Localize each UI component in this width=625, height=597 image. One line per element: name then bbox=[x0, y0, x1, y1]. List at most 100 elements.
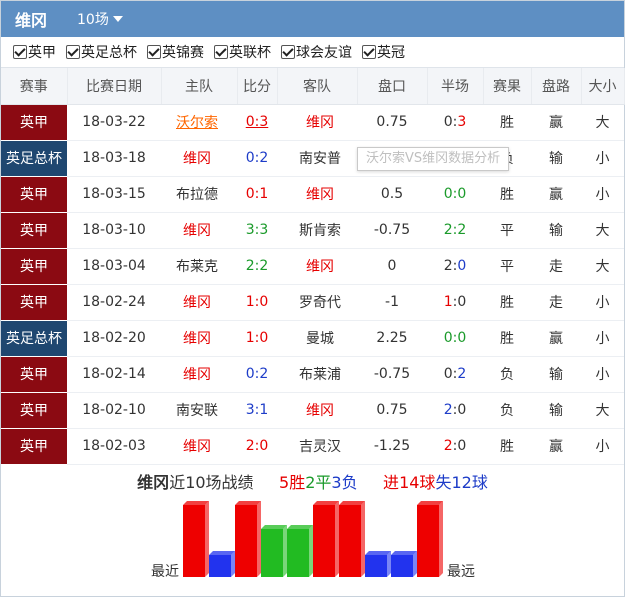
match-row[interactable]: 英足总杯 18-02-20 维冈 1:0 曼城 2.25 0:0 胜赢小 bbox=[1, 320, 624, 357]
filter-option[interactable]: 球会友谊 bbox=[281, 42, 352, 62]
away-team[interactable]: 曼城 bbox=[277, 320, 357, 357]
score-link[interactable]: 2:0 bbox=[246, 438, 269, 454]
league-badge[interactable]: 英甲 bbox=[1, 248, 67, 285]
checkbox-checked-icon[interactable] bbox=[147, 45, 161, 59]
away-team[interactable]: 维冈 bbox=[277, 104, 357, 141]
match-row[interactable]: 英甲 18-02-03 维冈 2:0 吉灵汉 -1.25 2:0 胜赢小 bbox=[1, 428, 624, 465]
league-badge[interactable]: 英甲 bbox=[1, 356, 67, 393]
away-team-name[interactable]: 罗奇代 bbox=[299, 295, 341, 311]
away-team[interactable]: 南安普 bbox=[277, 140, 357, 177]
home-team[interactable]: 维冈 bbox=[161, 320, 237, 357]
league-badge[interactable]: 英甲 bbox=[1, 392, 67, 429]
home-team[interactable]: 沃尔索 bbox=[161, 104, 237, 141]
summary-goals-in-word: 进 bbox=[383, 473, 400, 492]
match-row[interactable]: 英甲 18-03-10 维冈 3:3 斯肯索 -0.75 2:2 平输大 bbox=[1, 212, 624, 249]
away-team-name[interactable]: 维冈 bbox=[306, 403, 334, 419]
away-team[interactable]: 吉灵汉 bbox=[277, 428, 357, 465]
match-row[interactable]: 英足总杯18-03-18维冈0:2南安普0.50:0负输小 bbox=[1, 140, 624, 177]
home-team[interactable]: 布拉德 bbox=[161, 176, 237, 213]
away-team-name[interactable]: 维冈 bbox=[306, 187, 334, 203]
home-team-name[interactable]: 维冈 bbox=[183, 331, 211, 347]
score-link[interactable]: 0:2 bbox=[246, 366, 269, 382]
filter-option[interactable]: 英甲 bbox=[13, 42, 56, 62]
match-score[interactable]: 2:0 bbox=[237, 428, 277, 465]
home-team-name[interactable]: 维冈 bbox=[183, 223, 211, 239]
match-row[interactable]: 英甲 18-03-15 布拉德 0:1 维冈 0.5 0:0 胜赢小 bbox=[1, 176, 624, 213]
away-team-name[interactable]: 维冈 bbox=[306, 115, 334, 131]
halftime-score: 2:0 bbox=[443, 402, 467, 418]
home-team[interactable]: 维冈 bbox=[161, 140, 237, 177]
away-team-name[interactable]: 曼城 bbox=[306, 331, 334, 347]
home-team[interactable]: 南安联 bbox=[161, 392, 237, 429]
match-score[interactable]: 1:0 bbox=[237, 284, 277, 321]
away-team-name[interactable]: 斯肯索 bbox=[299, 223, 341, 239]
home-team-name[interactable]: 布拉德 bbox=[176, 187, 218, 203]
away-team-name[interactable]: 南安普 bbox=[299, 151, 341, 167]
handicap-line: -0.75 bbox=[357, 212, 427, 249]
score-link[interactable]: 1:0 bbox=[246, 330, 269, 346]
score-link[interactable]: 3:3 bbox=[246, 222, 269, 238]
match-score[interactable]: 0:2 bbox=[237, 140, 277, 177]
match-count-dropdown[interactable]: 10场 bbox=[77, 9, 123, 29]
match-score[interactable]: 0:1 bbox=[237, 176, 277, 213]
match-row[interactable]: 英甲 18-03-22 沃尔索 0:3 维冈 0.75 0:3 胜赢大 bbox=[1, 104, 624, 141]
away-team[interactable]: 斯肯索 bbox=[277, 212, 357, 249]
match-score[interactable]: 0:2 bbox=[237, 356, 277, 393]
checkbox-checked-icon[interactable] bbox=[66, 45, 80, 59]
home-team-name[interactable]: 南安联 bbox=[176, 403, 218, 419]
match-score[interactable]: 0:3 bbox=[237, 104, 277, 141]
score-link[interactable]: 1:0 bbox=[246, 294, 269, 310]
match-row[interactable]: 英甲 18-02-10 南安联 3:1 维冈 0.75 2:0 负输大 bbox=[1, 392, 624, 429]
home-team[interactable]: 维冈 bbox=[161, 356, 237, 393]
away-team-name[interactable]: 布莱浦 bbox=[299, 367, 341, 383]
league-badge[interactable]: 英甲 bbox=[1, 104, 67, 141]
home-team-name[interactable]: 维冈 bbox=[183, 439, 211, 455]
home-team[interactable]: 维冈 bbox=[161, 284, 237, 321]
league-badge[interactable]: 英甲 bbox=[1, 176, 67, 213]
home-team[interactable]: 布莱克 bbox=[161, 248, 237, 285]
league-badge[interactable]: 英足总杯 bbox=[1, 140, 67, 177]
halftime-cell: 1:0 bbox=[427, 284, 483, 321]
filter-option[interactable]: 英锦赛 bbox=[147, 42, 204, 62]
home-team-name[interactable]: 维冈 bbox=[183, 367, 211, 383]
match-row[interactable]: 英甲 18-03-04 布莱克 2:2 维冈 0 2:0 平走大 bbox=[1, 248, 624, 285]
match-score[interactable]: 3:3 bbox=[237, 212, 277, 249]
score-link[interactable]: 0:3 bbox=[246, 114, 269, 130]
score-link[interactable]: 0:1 bbox=[246, 186, 269, 202]
home-team-name[interactable]: 维冈 bbox=[183, 151, 211, 167]
filter-option[interactable]: 英联杯 bbox=[214, 42, 271, 62]
match-row[interactable]: 英甲 18-02-24 维冈 1:0 罗奇代 -1 1:0 胜走小 bbox=[1, 284, 624, 321]
away-team[interactable]: 维冈 bbox=[277, 248, 357, 285]
checkbox-checked-icon[interactable] bbox=[214, 45, 228, 59]
away-team-name[interactable]: 吉灵汉 bbox=[299, 439, 341, 455]
away-team[interactable]: 布莱浦 bbox=[277, 356, 357, 393]
filter-option[interactable]: 英足总杯 bbox=[66, 42, 137, 62]
away-team[interactable]: 维冈 bbox=[277, 176, 357, 213]
match-row[interactable]: 英甲 18-02-14 维冈 0:2 布莱浦 -0.75 0:2 负输小 bbox=[1, 356, 624, 393]
halftime-cell: 2:0 bbox=[427, 248, 483, 285]
filter-option[interactable]: 英冠 bbox=[362, 42, 405, 62]
checkbox-checked-icon[interactable] bbox=[362, 45, 376, 59]
checkbox-checked-icon[interactable] bbox=[13, 45, 27, 59]
home-team-name[interactable]: 布莱克 bbox=[176, 259, 218, 275]
home-team-name[interactable]: 维冈 bbox=[183, 295, 211, 311]
home-team[interactable]: 维冈 bbox=[161, 428, 237, 465]
score-link[interactable]: 0:2 bbox=[246, 150, 269, 166]
away-team-name[interactable]: 维冈 bbox=[306, 259, 334, 275]
home-team[interactable]: 维冈 bbox=[161, 212, 237, 249]
away-team[interactable]: 维冈 bbox=[277, 392, 357, 429]
league-badge[interactable]: 英足总杯 bbox=[1, 320, 67, 357]
checkbox-checked-icon[interactable] bbox=[281, 45, 295, 59]
match-score[interactable]: 2:2 bbox=[237, 248, 277, 285]
league-badge[interactable]: 英甲 bbox=[1, 212, 67, 249]
league-badge[interactable]: 英甲 bbox=[1, 428, 67, 465]
handicap-line: -1 bbox=[357, 284, 427, 321]
league-badge[interactable]: 英甲 bbox=[1, 284, 67, 321]
summary-goals-lost-word: 失 bbox=[435, 473, 452, 492]
away-team[interactable]: 罗奇代 bbox=[277, 284, 357, 321]
score-link[interactable]: 3:1 bbox=[246, 402, 269, 418]
home-team-name[interactable]: 沃尔索 bbox=[176, 115, 218, 131]
score-link[interactable]: 2:2 bbox=[246, 258, 269, 274]
match-score[interactable]: 1:0 bbox=[237, 320, 277, 357]
match-score[interactable]: 3:1 bbox=[237, 392, 277, 429]
